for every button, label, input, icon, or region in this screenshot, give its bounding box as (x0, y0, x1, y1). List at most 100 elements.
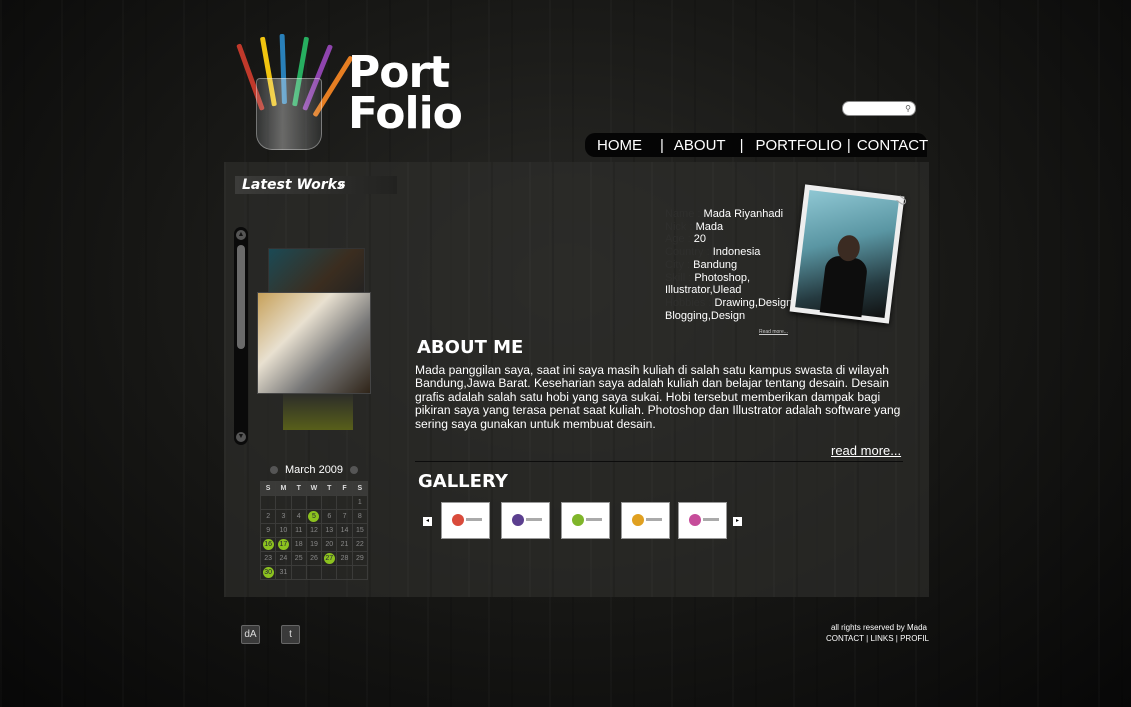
gallery-thumbnail[interactable] (621, 502, 670, 539)
about-read-more-link[interactable]: read more... (831, 443, 901, 458)
glass-cup-icon (256, 78, 322, 150)
calendar-day[interactable]: 7 (336, 509, 353, 524)
profile-label: Name : (665, 208, 701, 220)
nav-contact[interactable]: CONTACT (857, 137, 928, 154)
calendar-day-highlight[interactable]: 30 (262, 567, 274, 578)
calendar-header: March 2009 (260, 464, 368, 476)
logo-title: Port Folio (348, 51, 463, 139)
deviantart-icon[interactable]: dA (241, 625, 260, 644)
section-divider (415, 461, 903, 462)
profile-skill-row: Skill : Photoshop, Illustrator,Ulead (665, 272, 805, 297)
calendar-weekday: S (259, 481, 277, 496)
calendar-day[interactable]: 29 (351, 551, 369, 566)
calendar-weekday: F (336, 481, 353, 496)
gallery-thumbnail[interactable] (561, 502, 610, 539)
profile-label: Skill : (665, 271, 692, 284)
profile-read-more-link[interactable]: Read more... (759, 329, 788, 335)
footer-link-profil[interactable]: PROFIL (900, 634, 929, 643)
twitter-icon[interactable]: t (281, 625, 300, 644)
calendar-day[interactable]: 28 (336, 551, 353, 566)
profile-nick-row: Nick : Mada (665, 221, 805, 234)
search-input[interactable] (843, 106, 903, 118)
calendar-weekday-row: SMTWTFS (259, 481, 369, 496)
scroll-down-icon[interactable]: ▼ (236, 432, 246, 442)
calendar-day[interactable]: 23 (259, 551, 277, 566)
scroll-up-icon[interactable]: ▲ (236, 230, 246, 240)
works-scrollbar[interactable]: ▲ ▼ (234, 227, 248, 445)
calendar-day-highlight[interactable]: 16 (262, 539, 274, 550)
calendar-week: 2345678 (259, 509, 369, 524)
work-thumbnail[interactable] (268, 248, 365, 298)
nav-portfolio[interactable]: PORTFOLIO (756, 137, 842, 154)
site-logo[interactable]: Port Folio (236, 30, 480, 150)
calendar-day[interactable]: 1 (351, 495, 369, 510)
calendar-day[interactable]: 14 (336, 523, 353, 538)
gallery-logo-icon (452, 514, 464, 526)
calendar-day (321, 565, 338, 580)
calendar-next-icon[interactable] (350, 466, 359, 475)
calendar-prev-icon[interactable] (269, 466, 278, 475)
gallery-thumbnail[interactable] (501, 502, 550, 539)
calendar-day[interactable]: 10 (275, 523, 292, 538)
calendar-day[interactable]: 13 (321, 523, 338, 538)
calendar-day[interactable]: 26 (305, 551, 323, 566)
footer-link-contact[interactable]: CONTACT (826, 634, 864, 643)
about-title: ABOUT ME (417, 337, 524, 358)
calendar-day[interactable]: 17 (275, 537, 292, 552)
profile-age: 20 (693, 233, 706, 246)
calendar-week: 23 24 25 26 27 28 29 (259, 551, 369, 566)
search-icon[interactable]: ⚲ (905, 104, 911, 113)
latest-works-header: Latest Works » (235, 176, 397, 194)
gallery-thumbnail[interactable] (441, 502, 490, 539)
calendar-day[interactable]: 12 (305, 523, 323, 538)
profile-nick: Mada (695, 220, 724, 233)
calendar-day[interactable]: 16 (259, 537, 277, 552)
calendar-day[interactable]: 21 (336, 537, 353, 552)
calendar-day[interactable]: 5 (305, 509, 323, 524)
calendar-day[interactable]: 27 (321, 551, 338, 566)
gallery-logo-icon (632, 514, 644, 526)
work-thumbnail[interactable] (283, 392, 353, 430)
calendar-day[interactable]: 19 (305, 537, 323, 552)
nav-about[interactable]: ABOUT (674, 137, 726, 154)
gallery-thumbnail[interactable] (678, 502, 727, 539)
profile-country-row: Country : Indonesia (665, 246, 805, 259)
calendar-day (321, 495, 338, 510)
calendar-day (336, 565, 353, 580)
calendar-day[interactable]: 6 (321, 509, 338, 524)
calendar-day (290, 565, 307, 580)
footer-link-links[interactable]: LINKS (870, 634, 893, 643)
gallery-next-icon[interactable]: ▸ (733, 517, 742, 526)
calendar-day[interactable]: 11 (290, 523, 307, 538)
gallery-prev-icon[interactable]: ◂ (423, 517, 432, 526)
calendar-day-highlight[interactable]: 27 (323, 553, 335, 564)
calendar-day[interactable]: 2 (259, 509, 277, 524)
calendar-day[interactable]: 31 (275, 565, 292, 580)
profile-name-row: Name : Mada Riyanhadi (665, 208, 805, 221)
calendar-day-highlight[interactable]: 17 (277, 539, 289, 550)
calendar-day[interactable]: 30 (259, 565, 277, 580)
calendar-day[interactable]: 15 (351, 523, 369, 538)
calendar-day[interactable]: 9 (259, 523, 277, 538)
calendar-day (305, 495, 323, 510)
calendar-day[interactable]: 24 (275, 551, 292, 566)
footer-links: CONTACT | LINKS | PROFIL (825, 634, 929, 643)
profile-photo-image (795, 189, 899, 319)
copyright-text: all rights reserved by Mada (830, 623, 927, 632)
search-box[interactable]: ⚲ (842, 101, 916, 118)
calendar-day[interactable]: 22 (351, 537, 369, 552)
calendar-day[interactable]: 25 (290, 551, 307, 566)
logo-line-2: Folio (348, 88, 463, 139)
calendar-day[interactable]: 4 (290, 509, 307, 524)
calendar-day[interactable]: 20 (321, 537, 338, 552)
calendar-day-highlight[interactable]: 5 (308, 511, 320, 522)
scroll-thumb[interactable] (237, 245, 245, 349)
nav-home[interactable]: HOME (597, 137, 642, 154)
profile-name: Mada Riyanhadi (703, 208, 784, 220)
gallery-logo-text (586, 518, 602, 521)
calendar-day[interactable]: 18 (290, 537, 307, 552)
work-thumbnail[interactable] (257, 292, 371, 394)
calendar-weekday: M (275, 481, 292, 496)
calendar-day[interactable]: 3 (275, 509, 292, 524)
calendar-day[interactable]: 8 (351, 509, 369, 524)
